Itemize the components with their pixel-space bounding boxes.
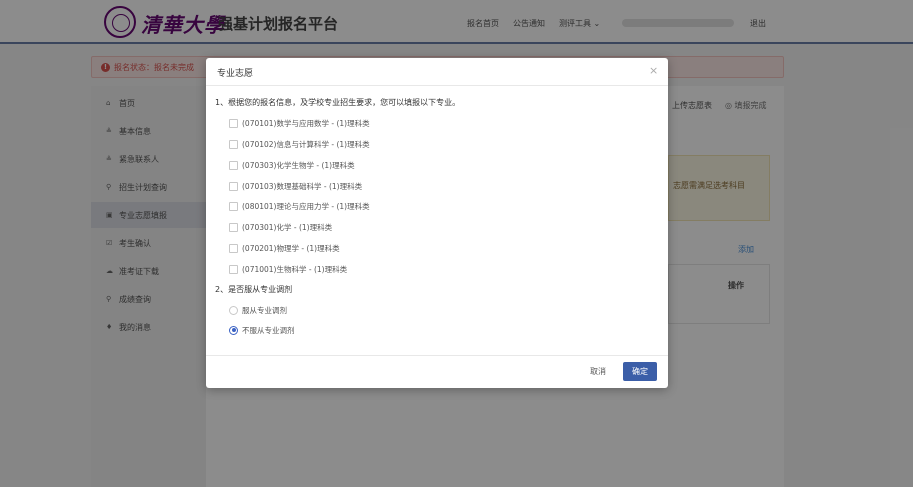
question-accept-adjustment: 2、是否服从专业调剂 xyxy=(215,285,293,294)
major-label: (070101)数学与应用数学 - (1)理科类 xyxy=(242,118,370,128)
major-option[interactable]: (070303)化学生物学 - (1)理科类 xyxy=(229,159,355,171)
radio-button-selected[interactable] xyxy=(229,325,238,335)
radio-label: 不服从专业调剂 xyxy=(242,325,295,335)
confirm-button[interactable]: 确定 xyxy=(623,362,657,381)
major-option[interactable]: (070101)数学与应用数学 - (1)理科类 xyxy=(229,117,370,129)
close-icon[interactable]: × xyxy=(649,64,658,77)
major-preference-dialog: 专业志愿 × 1、根据您的报名信息，及学校专业招生要求，您可以填报以下专业。 (… xyxy=(206,58,668,388)
question-available-majors: 1、根据您的报名信息，及学校专业招生要求，您可以填报以下专业。 xyxy=(215,98,461,107)
major-label: (070301)化学 - (1)理科类 xyxy=(242,222,333,232)
major-checkbox[interactable] xyxy=(229,201,238,211)
major-checkbox[interactable] xyxy=(229,160,238,170)
major-checkbox[interactable] xyxy=(229,264,238,274)
major-option[interactable]: (070103)数理基础科学 - (1)理科类 xyxy=(229,180,362,192)
major-label: (070103)数理基础科学 - (1)理科类 xyxy=(242,181,363,191)
major-label: (070201)物理学 - (1)理科类 xyxy=(242,243,340,253)
major-option[interactable]: (080101)理论与应用力学 - (1)理科类 xyxy=(229,200,370,212)
cancel-button[interactable]: 取消 xyxy=(587,364,609,380)
dialog-footer-divider xyxy=(206,355,668,356)
dialog-title: 专业志愿 xyxy=(217,69,254,79)
radio-label: 服从专业调剂 xyxy=(242,305,287,315)
dialog-header: 专业志愿 × xyxy=(206,58,668,86)
major-option[interactable]: (071001)生物科学 - (1)理科类 xyxy=(229,263,347,275)
major-label: (070303)化学生物学 - (1)理科类 xyxy=(242,160,355,170)
major-label: (070102)信息与计算科学 - (1)理科类 xyxy=(242,139,370,149)
major-option[interactable]: (070201)物理学 - (1)理科类 xyxy=(229,242,340,254)
major-option[interactable]: (070102)信息与计算科学 - (1)理科类 xyxy=(229,138,370,150)
major-checkbox[interactable] xyxy=(229,139,238,149)
major-option[interactable]: (070301)化学 - (1)理科类 xyxy=(229,221,332,233)
adjust-option-accept[interactable]: 服从专业调剂 xyxy=(229,304,287,316)
major-checkbox[interactable] xyxy=(229,243,238,253)
major-label: (071001)生物科学 - (1)理科类 xyxy=(242,264,348,274)
major-checkbox[interactable] xyxy=(229,181,238,191)
radio-button[interactable] xyxy=(229,305,238,315)
adjust-option-decline[interactable]: 不服从专业调剂 xyxy=(229,324,295,336)
major-checkbox[interactable] xyxy=(229,118,238,128)
major-label: (080101)理论与应用力学 - (1)理科类 xyxy=(242,201,370,211)
major-checkbox[interactable] xyxy=(229,222,238,232)
